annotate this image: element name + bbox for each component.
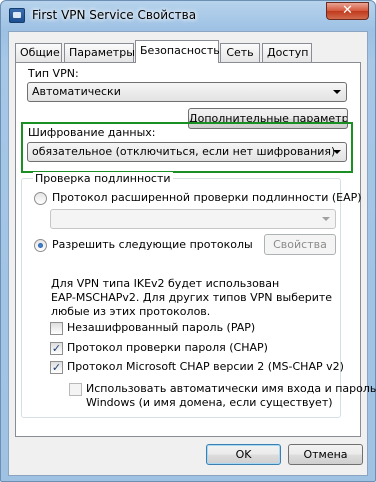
auto-logon-line: Windows (и имя домена, если существует) <box>86 396 333 409</box>
info-line: Для VPN типа IKEv2 будет использован <box>51 277 280 290</box>
eap-radio-label[interactable]: Протокол расширенной проверки подлинност… <box>52 191 362 204</box>
info-line: любые из этих протоколов. <box>51 305 211 318</box>
close-icon: ✕ <box>342 3 353 18</box>
encryption-select[interactable]: обязательное (отключиться, если нет шифр… <box>27 142 347 162</box>
allow-protocols-radio[interactable] <box>34 239 47 252</box>
pap-label[interactable]: Незашифрованный пароль (PAP) <box>67 321 255 334</box>
chevron-down-icon <box>333 90 341 94</box>
vpn-type-select[interactable]: Автоматически <box>27 82 347 102</box>
info-line: EAP-MSCHAPv2. Для других типов VPN выбер… <box>51 291 333 304</box>
mschapv2-label[interactable]: Протокол Microsoft CHAP версии 2 (MS-CHA… <box>67 360 344 373</box>
close-button[interactable]: ✕ <box>326 2 369 20</box>
properties-window: First VPN Service Свойства ✕ Общие Парам… <box>0 0 376 482</box>
encryption-value: обязательное (отключиться, если нет шифр… <box>32 145 336 158</box>
eap-properties-button[interactable]: Свойства <box>264 234 336 255</box>
tab-security[interactable]: Безопасность <box>135 40 220 63</box>
allow-protocols-radio-label[interactable]: Разрешить следующие протоколы <box>52 238 253 251</box>
chevron-down-icon <box>333 150 341 154</box>
vpn-type-value: Автоматически <box>32 85 121 98</box>
tab-options[interactable]: Параметры <box>64 43 135 62</box>
pap-checkbox[interactable] <box>50 322 63 335</box>
network-connection-icon <box>9 8 25 23</box>
auto-logon-label[interactable]: Использовать автоматически имя входа и п… <box>86 382 376 410</box>
tab-network[interactable]: Сеть <box>220 43 260 62</box>
encryption-label: Шифрование данных: <box>28 126 156 139</box>
ok-button[interactable]: OK <box>206 444 281 465</box>
vpn-type-label: Тип VPN: <box>28 67 79 80</box>
auto-logon-checkbox[interactable] <box>69 383 82 396</box>
mschapv2-checkbox[interactable]: ✓ <box>50 361 63 374</box>
eap-method-select[interactable] <box>50 209 336 229</box>
chap-checkbox[interactable]: ✓ <box>50 342 63 355</box>
title-bar[interactable]: First VPN Service Свойства ✕ <box>1 1 375 29</box>
auto-logon-line: Использовать автоматически имя входа и п… <box>86 382 376 395</box>
authentication-group-title: Проверка подлинности <box>33 172 173 185</box>
cancel-button[interactable]: Отмена <box>288 444 363 465</box>
tab-sharing[interactable]: Доступ <box>262 43 312 62</box>
protocols-info-text: Для VPN типа IKEv2 будет использован EAP… <box>51 277 341 319</box>
tab-general[interactable]: Общие <box>15 43 62 62</box>
window-title: First VPN Service Свойства <box>32 8 197 22</box>
eap-radio[interactable] <box>34 192 47 205</box>
chevron-down-icon <box>322 217 330 221</box>
chap-label[interactable]: Протокол проверки пароля (CHAP) <box>67 341 268 354</box>
